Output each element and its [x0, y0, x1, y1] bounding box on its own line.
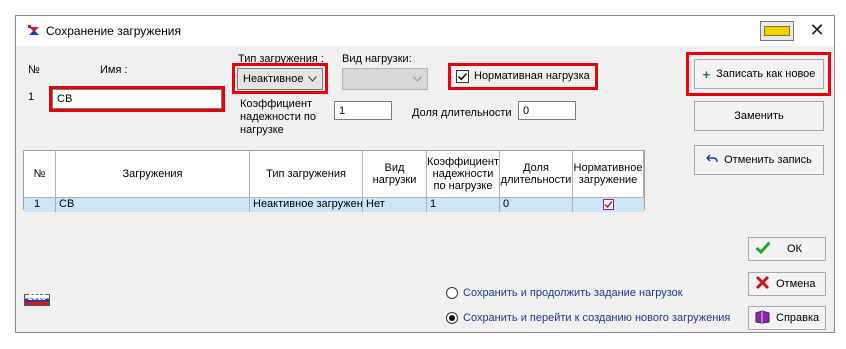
cell-type: Неактивное загружение [250, 198, 363, 212]
table-header-kind[interactable]: Вид нагрузки [363, 151, 427, 198]
table-header-duration[interactable]: Доля длительности [500, 151, 573, 198]
load-kind-select[interactable] [342, 68, 428, 90]
cancel-label: Отмена [776, 278, 816, 290]
cell-duration: 0 [500, 198, 573, 212]
flag-logo: 2016 [24, 293, 50, 306]
help-label: Справка [776, 312, 820, 324]
chevron-down-icon [413, 73, 422, 85]
ok-label: ОК [787, 243, 802, 255]
name-highlight [49, 86, 225, 112]
radio-new[interactable] [446, 312, 458, 324]
duration-input[interactable]: 0 [518, 101, 576, 120]
table-header-type[interactable]: Тип загружения [250, 151, 363, 198]
coef-label-line3: нагрузке [240, 124, 284, 136]
app-icon [26, 23, 42, 39]
table-header-num[interactable]: № [24, 151, 56, 198]
normative-highlight [448, 63, 598, 90]
loads-table: № Загружения Тип загружения Вид нагрузки… [23, 150, 645, 212]
coef-label-line1: Коэффициент [240, 98, 313, 110]
window-title: Сохранение загружения [46, 24, 181, 38]
load-type-highlight [232, 63, 328, 94]
cell-coef: 1 [427, 198, 500, 212]
name-label: Имя : [100, 64, 128, 76]
ok-button[interactable]: ОК [748, 237, 826, 261]
cancel-button[interactable]: Отмена [748, 272, 826, 296]
radio-continue[interactable] [446, 287, 458, 299]
replace-label: Заменить [734, 110, 784, 122]
load-kind-label: Вид нагрузки: [342, 53, 412, 65]
close-icon[interactable]: ✕ [806, 20, 828, 40]
cancel-record-label: Отменить запись [724, 154, 812, 166]
radio-continue-label[interactable]: Сохранить и продолжить задание нагрузок [463, 287, 683, 299]
num-label: № [28, 64, 40, 76]
replace-button[interactable]: Заменить [694, 101, 824, 131]
title-bar: Сохранение загружения ✕ [16, 16, 834, 46]
cell-kind: Нет [363, 198, 427, 212]
cell-load: СВ [56, 198, 250, 212]
save-load-dialog: Сохранение загружения ✕ № 1 Имя : СВ Тип… [15, 15, 835, 333]
cancel-record-button[interactable]: Отменить запись [694, 145, 824, 175]
save-as-new-highlight [686, 52, 831, 96]
undo-icon [706, 154, 718, 167]
badge-year: 2016 [28, 293, 46, 302]
duration-label: Доля длительности [412, 107, 512, 119]
book-icon [755, 309, 770, 327]
coef-input[interactable]: 1 [334, 101, 392, 120]
radio-new-label[interactable]: Сохранить и перейти к созданию нового за… [463, 312, 730, 324]
radio-selected-dot [449, 315, 455, 321]
ruler-button[interactable] [760, 21, 794, 41]
table-header-coef[interactable]: Коэффициент надежности по нагрузке [427, 151, 500, 198]
cell-num: 1 [24, 198, 56, 212]
help-button[interactable]: Справка [748, 306, 826, 330]
normative-check-icon [603, 199, 614, 210]
table-header-load[interactable]: Загружения [56, 151, 250, 198]
table-header-normative[interactable]: Нормативное загружение [573, 151, 644, 198]
close-icon [755, 275, 770, 293]
cell-normative[interactable] [573, 198, 644, 212]
checkmark-icon [755, 241, 771, 257]
ruler-icon [764, 26, 790, 36]
coef-label-line2: надежности по [240, 111, 316, 123]
num-value: 1 [28, 91, 35, 103]
